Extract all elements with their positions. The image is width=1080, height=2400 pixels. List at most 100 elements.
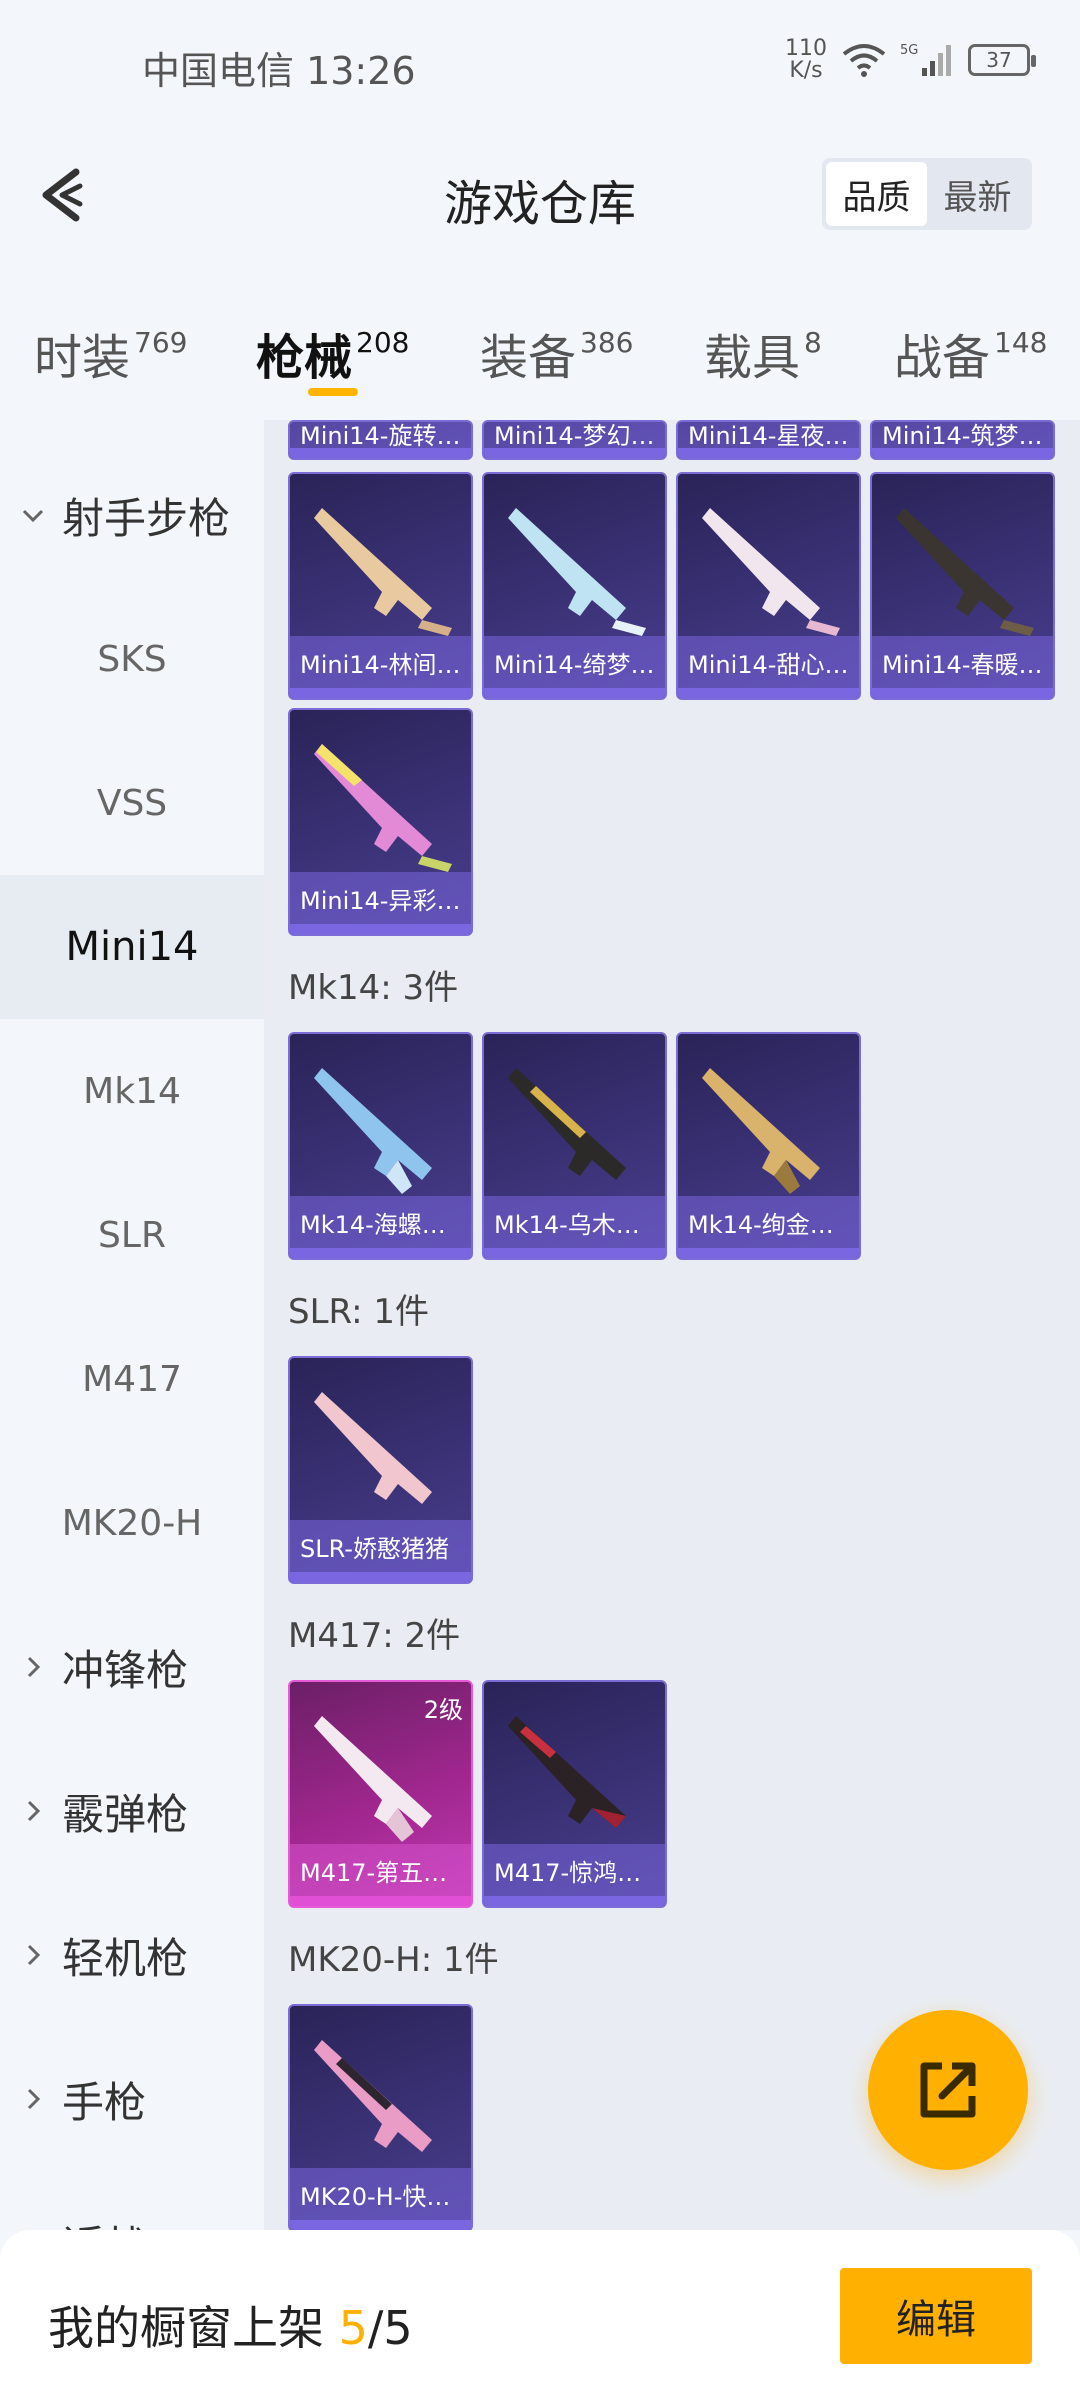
rarity-bar <box>290 2220 471 2230</box>
rarity-bar <box>290 688 471 698</box>
sidebar-group-label: 冲锋枪 <box>62 1645 189 1695</box>
item-card[interactable]: Mk14-海螺… <box>288 1032 473 1260</box>
item-card[interactable]: SLR-娇憨猪猪 <box>288 1356 473 1584</box>
chevron-right-icon <box>27 1944 41 1966</box>
rarity-bar <box>484 1248 665 1258</box>
item-card[interactable]: Mini14-星夜… <box>676 420 861 460</box>
sidebar-item-vss[interactable]: VSS <box>0 731 264 875</box>
item-name: Mini14-星夜… <box>678 422 859 448</box>
item-card[interactable]: 2级 M417-第五… <box>288 1680 473 1908</box>
tab-label: 枪械 <box>256 330 353 386</box>
section-title: Mk14: 3件 <box>288 968 459 1008</box>
rifle-icon <box>314 2040 432 2152</box>
wifi-icon <box>842 42 886 78</box>
tab-battle-supplies[interactable]: 战备 148 <box>894 318 1047 388</box>
sidebar: 射手步枪 SKS VSS Mini14 Mk14 SLR M417 MK20-H… <box>0 420 264 2230</box>
item-name: Mini14-筑梦… <box>872 422 1053 448</box>
tab-label: 装备 <box>480 330 577 386</box>
sidebar-item-mk20h[interactable]: MK20-H <box>0 1451 264 1595</box>
rarity-bar <box>290 1248 471 1258</box>
carrier-time: 中国电信 13:26 <box>142 49 416 93</box>
rifle-icon <box>508 1716 626 1828</box>
rifle-icon <box>314 744 452 872</box>
net-speed-value: 110 <box>785 36 827 61</box>
rarity-bar <box>290 924 471 934</box>
sidebar-item-mk14[interactable]: Mk14 <box>0 1019 264 1163</box>
item-card[interactable]: Mk14-乌木… <box>482 1032 667 1260</box>
sidebar-item-m417[interactable]: M417 <box>0 1307 264 1451</box>
shelf-label: 我的橱窗上架 <box>48 2301 324 2355</box>
net-speed: 110 K/s <box>784 38 828 82</box>
sidebar-group-lmg[interactable]: 轻机枪 <box>0 1883 264 2027</box>
status-bar: 中国电信 13:26 110 K/s 5G 37 <box>0 0 1080 130</box>
item-card[interactable]: Mini14-春暖… <box>870 472 1055 700</box>
item-grid: Mini14-旋转… Mini14-梦幻… Mini14-星夜… Mini14-… <box>264 420 1080 2230</box>
item-card[interactable]: Mini14-异彩… <box>288 708 473 936</box>
sort-newest-button[interactable]: 最新 <box>927 162 1028 226</box>
section-title: SLR: 1件 <box>288 1292 429 1332</box>
chevron-right-icon <box>27 2088 41 2110</box>
item-name: Mini14-甜心… <box>678 636 859 688</box>
battery-icon: 37 <box>968 44 1036 76</box>
tab-label: 载具 <box>704 330 801 386</box>
sort-quality-button[interactable]: 品质 <box>826 162 927 226</box>
rifle-icon <box>314 508 452 636</box>
tab-label: 战备 <box>894 330 991 386</box>
item-name: Mini14-梦幻… <box>484 422 665 448</box>
sidebar-group-shotgun[interactable]: 霰弹枪 <box>0 1739 264 1883</box>
tab-count: 386 <box>580 326 634 359</box>
sidebar-group-melee[interactable]: 近战 <box>0 2171 264 2231</box>
network-type: 5G <box>900 43 918 58</box>
sidebar-group-label: 轻机枪 <box>62 1933 189 1983</box>
sidebar-group-pistol[interactable]: 手枪 <box>0 2027 264 2171</box>
signal-icon: 5G <box>900 42 954 78</box>
tab-weapons[interactable]: 枪械 208 <box>256 318 409 388</box>
item-card[interactable]: MK20-H-快… <box>288 2004 473 2230</box>
chevron-right-icon <box>27 1800 41 1822</box>
rarity-bar <box>484 688 665 698</box>
tab-fashion[interactable]: 时装 769 <box>34 318 187 388</box>
item-name: Mk14-海螺… <box>290 1196 471 1248</box>
sidebar-group-label: 近战 <box>62 2213 146 2231</box>
item-name: Mini14-绮梦… <box>484 636 665 688</box>
item-name: M417-第五… <box>290 1844 471 1896</box>
share-fab-button[interactable] <box>868 2010 1028 2170</box>
shelf-status: 我的橱窗上架 5/5 <box>48 2292 413 2358</box>
sidebar-item-mini14[interactable]: Mini14 <box>0 875 264 1019</box>
rarity-bar <box>290 448 471 458</box>
edit-button[interactable]: 编辑 <box>840 2268 1032 2364</box>
item-card[interactable]: Mini14-甜心… <box>676 472 861 700</box>
sidebar-group-smg[interactable]: 冲锋枪 <box>0 1595 264 1739</box>
item-card[interactable]: Mini14-梦幻… <box>482 420 667 460</box>
sidebar-group-label: 霰弹枪 <box>62 1789 189 1839</box>
item-card[interactable]: Mini14-筑梦… <box>870 420 1055 460</box>
rifle-icon <box>702 508 840 636</box>
rifle-icon <box>314 1068 432 1194</box>
section-title: MK20-H: 1件 <box>288 1940 499 1980</box>
active-tab-indicator <box>308 388 358 396</box>
item-name: SLR-娇憨猪猪 <box>290 1520 471 1572</box>
item-name: Mini14-旋转… <box>290 422 471 448</box>
tab-equipment[interactable]: 装备 386 <box>480 318 633 388</box>
item-name: Mini14-林间… <box>290 636 471 688</box>
sidebar-item-sks[interactable]: SKS <box>0 587 264 731</box>
item-name: Mk14-乌木… <box>484 1196 665 1248</box>
item-card[interactable]: Mini14-林间… <box>288 472 473 700</box>
item-card[interactable]: Mk14-绚金… <box>676 1032 861 1260</box>
rifle-icon <box>702 1068 820 1194</box>
item-name: MK20-H-快… <box>290 2168 471 2220</box>
item-card[interactable]: Mini14-旋转… <box>288 420 473 460</box>
rarity-bar <box>484 1896 665 1906</box>
item-card[interactable]: Mini14-绮梦… <box>482 472 667 700</box>
status-icons: 110 K/s 5G 37 <box>784 38 1036 82</box>
sidebar-item-slr[interactable]: SLR <box>0 1163 264 1307</box>
net-speed-unit: K/s <box>789 58 823 83</box>
tab-count: 148 <box>994 326 1048 359</box>
sort-toggle: 品质 最新 <box>822 158 1032 230</box>
tab-vehicles[interactable]: 载具 8 <box>704 318 822 388</box>
battery-level: 37 <box>986 48 1012 72</box>
sidebar-group-marksman[interactable]: 射手步枪 <box>0 443 264 587</box>
item-card[interactable]: M417-惊鸿… <box>482 1680 667 1908</box>
sidebar-group-label: 手枪 <box>62 2077 147 2127</box>
shelf-total-count: /5 <box>367 2301 413 2355</box>
